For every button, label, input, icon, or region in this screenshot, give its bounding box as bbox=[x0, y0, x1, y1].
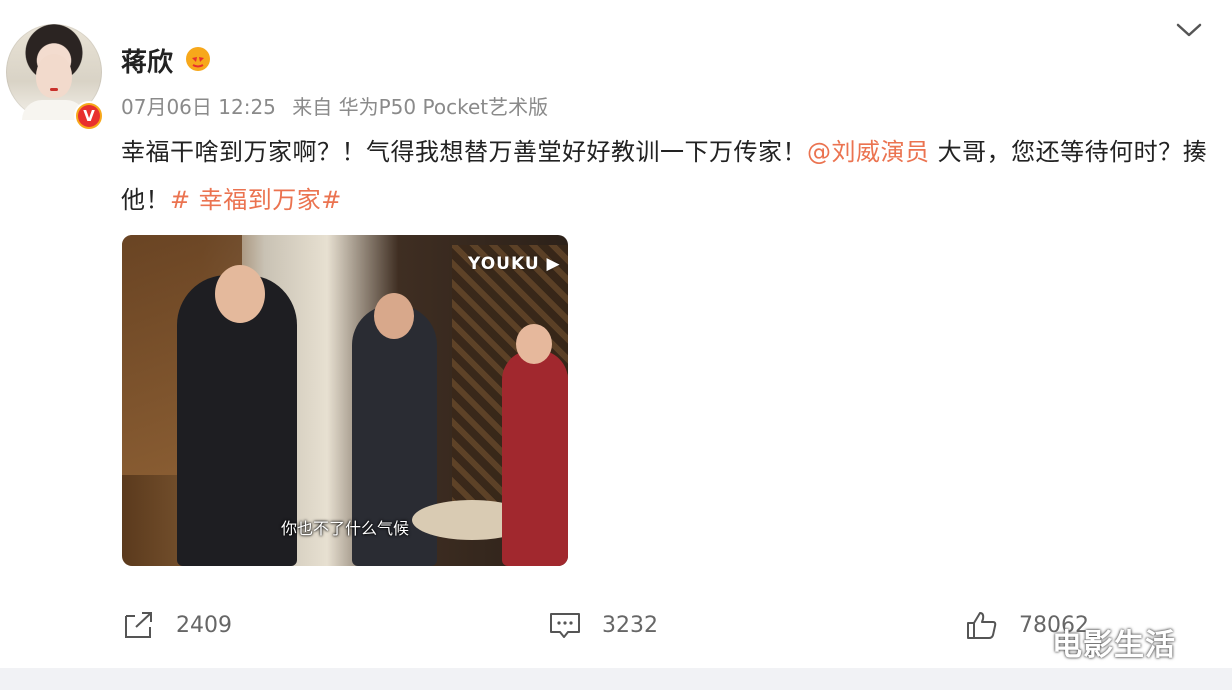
post-date[interactable]: 07月06日 12:25 bbox=[121, 95, 276, 119]
repost-button[interactable]: 2409 bbox=[122, 610, 232, 640]
crown-icon bbox=[186, 47, 210, 71]
topic-link[interactable]: # 幸福到万家# bbox=[170, 186, 342, 214]
mention-link[interactable]: @刘威演员 bbox=[807, 138, 930, 166]
post-meta: 07月06日 12:25 来自 华为P50 Pocket艺术版 bbox=[121, 91, 558, 120]
repost-icon bbox=[125, 612, 152, 638]
username[interactable]: 蒋欣 bbox=[121, 42, 173, 79]
video-subtitle: 你也不了什么气候 bbox=[280, 519, 409, 538]
verified-badge-icon: V bbox=[74, 101, 104, 131]
chevron-down-icon[interactable] bbox=[1172, 20, 1206, 42]
thumbs-up-icon bbox=[967, 612, 997, 639]
post-text: 幸福干啥到万家啊？！气得我想替万善堂好好教训一下万传家！@刘威演员 大哥，您还等… bbox=[121, 128, 1211, 224]
verified-badge-label: V bbox=[78, 105, 100, 127]
platform-logo: YOUKU ▶ bbox=[468, 254, 561, 274]
comment-button[interactable]: 3232 bbox=[548, 610, 658, 640]
watermark: 电影生活 bbox=[1052, 628, 1176, 663]
repost-count: 2409 bbox=[176, 612, 232, 638]
post-text-before: 幸福干啥到万家啊？！气得我想替万善堂好好教训一下万传家！ bbox=[121, 138, 807, 166]
video-thumbnail[interactable]: YOUKU ▶ 你也不了什么气候 bbox=[122, 235, 568, 566]
avatar-face bbox=[36, 54, 72, 98]
weibo-post-card: V 蒋欣 07月06日 12:25 来自 华为P50 Pocket艺术版 幸福干… bbox=[0, 0, 1232, 668]
comment-icon bbox=[550, 613, 580, 638]
comment-count: 3232 bbox=[602, 612, 658, 638]
avatar-lips bbox=[50, 88, 58, 91]
footer-strip bbox=[0, 668, 1232, 690]
post-source: 来自 华为P50 Pocket艺术版 bbox=[292, 95, 549, 119]
